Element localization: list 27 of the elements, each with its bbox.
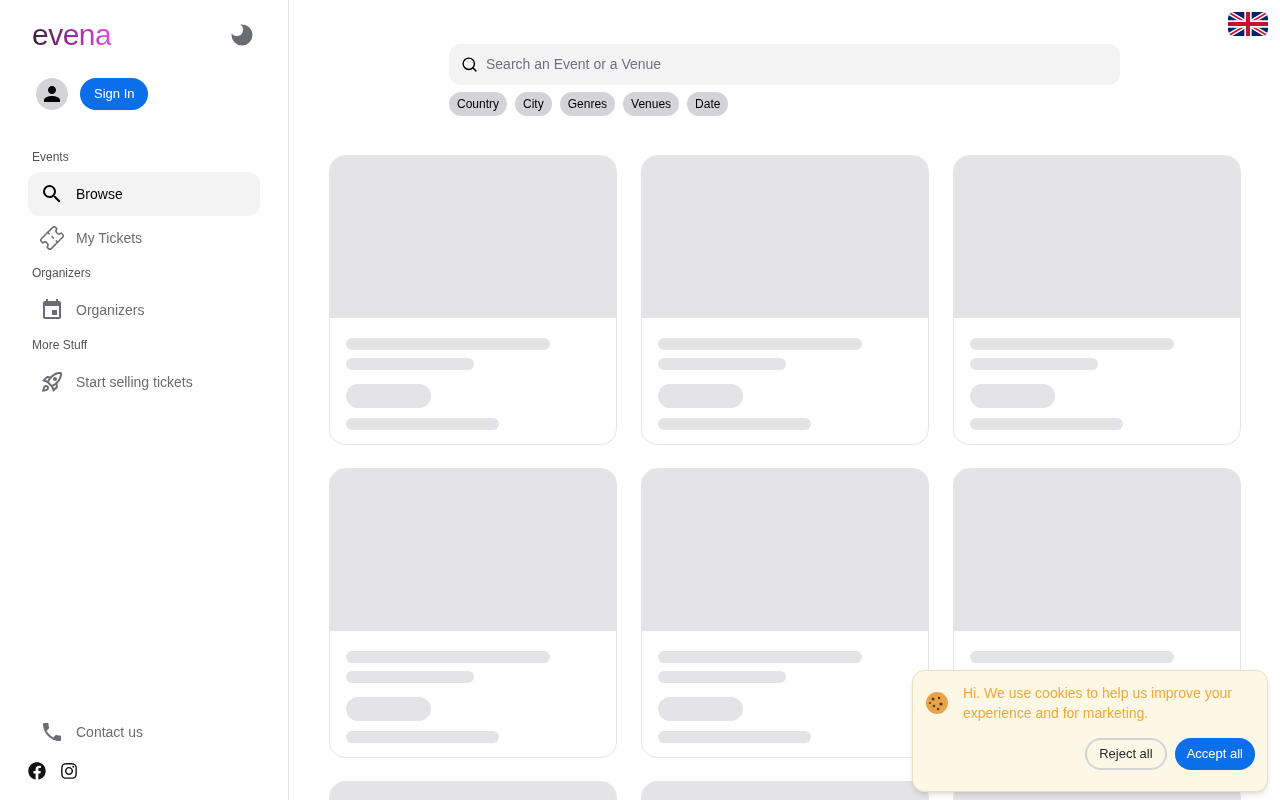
search-field[interactable]: Search an Event or a Venue [449,44,1120,85]
filter-chip[interactable]: Genres [559,92,616,116]
search-icon [461,56,478,73]
nav-item[interactable]: Browse [28,172,260,216]
sign-in-button[interactable]: Sign In [80,78,149,110]
section-heading: Events [31,149,70,166]
cookie-icon [925,691,949,715]
nav-item[interactable]: Start selling tickets [28,360,260,404]
nav-item[interactable]: Organizers [28,288,260,332]
accept-button[interactable]: Accept all [1174,738,1255,770]
filter-chip[interactable]: Venues [623,92,680,116]
calendar-icon [40,298,64,322]
cookie-message: Hi. We use cookies to help us improve your experience and for marketing. [963,684,1233,723]
filter-chip[interactable]: City [515,92,552,116]
reject-button[interactable]: Reject all [1085,738,1167,770]
nav-item[interactable]: My Tickets [28,216,260,260]
phone-icon [40,720,64,744]
filter-chip[interactable]: Date [687,92,729,116]
rocket-icon [40,370,64,394]
filter-chip[interactable]: Country [449,92,508,116]
contact-link[interactable]: Contact us [28,710,260,754]
instagram-icon[interactable] [60,762,78,780]
section-heading: More Stuff [31,337,89,354]
facebook-icon[interactable] [28,762,46,780]
search-input[interactable]: Search an Event or a Venue [486,54,1108,75]
flag-icon[interactable] [1228,12,1268,36]
section-heading: Organizers [31,265,92,282]
